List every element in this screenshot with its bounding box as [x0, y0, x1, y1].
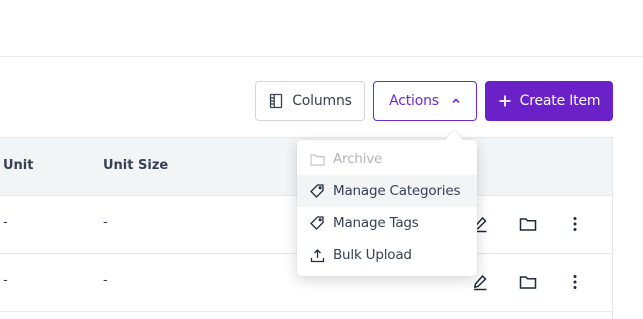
- cell-unit-size: -: [103, 273, 108, 288]
- actions-menu: Archive Manage Categories Manage Tags Bu…: [297, 140, 477, 276]
- tag-icon: [309, 215, 325, 231]
- menu-item-label: Archive: [333, 151, 383, 167]
- folder-icon[interactable]: [518, 214, 538, 234]
- column-header-unit[interactable]: Unit: [3, 158, 33, 173]
- menu-item-manage-categories[interactable]: Manage Categories: [297, 175, 477, 207]
- tag-icon: [309, 183, 325, 199]
- menu-item-bulk-upload[interactable]: Bulk Upload: [297, 239, 477, 271]
- actions-label: Actions: [389, 93, 439, 109]
- upload-icon: [309, 247, 325, 263]
- menu-item-label: Manage Categories: [333, 183, 461, 199]
- top-divider: [0, 56, 643, 57]
- plus-icon: [498, 94, 512, 108]
- menu-item-manage-tags[interactable]: Manage Tags: [297, 207, 477, 239]
- column-header-unit-size[interactable]: Unit Size: [103, 158, 168, 173]
- columns-icon: [268, 93, 284, 109]
- menu-item-archive: Archive: [297, 143, 477, 175]
- create-item-button[interactable]: Create Item: [485, 81, 613, 121]
- columns-button[interactable]: Columns: [255, 81, 365, 121]
- columns-label: Columns: [292, 93, 352, 109]
- chevron-up-icon: [451, 96, 461, 106]
- cell-unit: -: [3, 273, 8, 288]
- folder-icon: [309, 151, 325, 167]
- cell-unit-size: -: [103, 215, 108, 230]
- more-vertical-icon[interactable]: [565, 272, 585, 292]
- folder-icon[interactable]: [518, 272, 538, 292]
- create-item-label: Create Item: [519, 93, 601, 109]
- cell-unit: -: [3, 215, 8, 230]
- more-vertical-icon[interactable]: [565, 214, 585, 234]
- menu-item-label: Manage Tags: [333, 215, 419, 231]
- actions-button[interactable]: Actions: [373, 81, 477, 121]
- menu-item-label: Bulk Upload: [333, 247, 412, 263]
